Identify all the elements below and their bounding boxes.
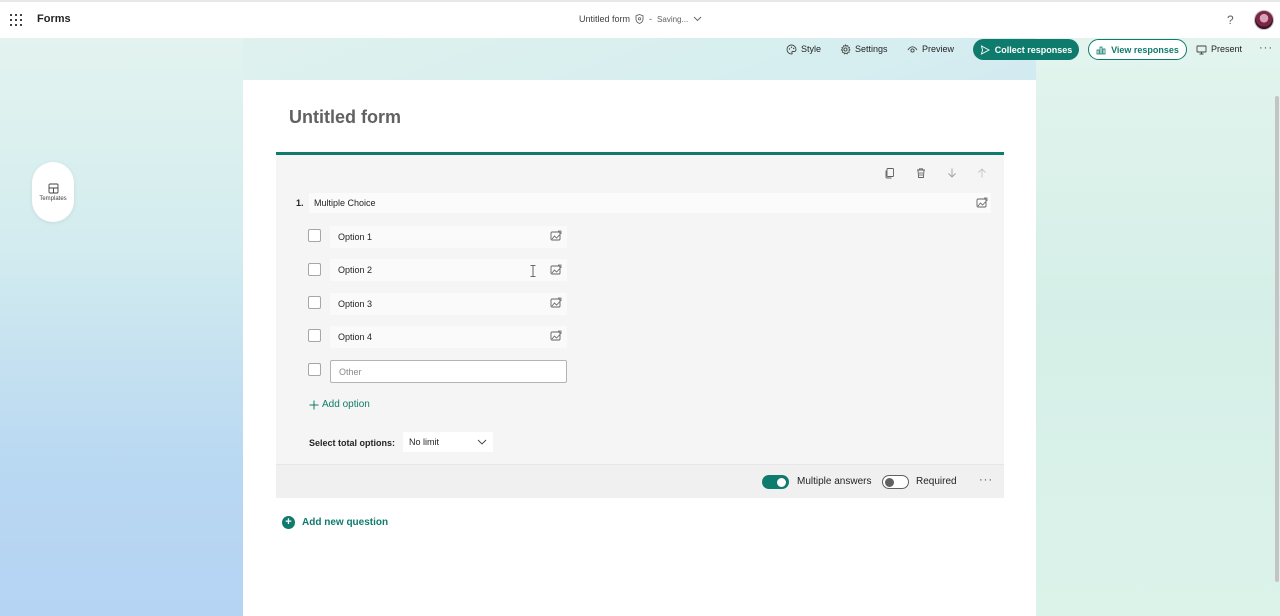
question-number: 1.	[296, 198, 304, 208]
plus-icon	[309, 400, 319, 409]
style-button[interactable]: Style	[786, 39, 821, 59]
collect-responses-label: Collect responses	[994, 44, 1073, 55]
add-new-question-label: Add new question	[302, 517, 389, 528]
monitor-icon	[1196, 45, 1207, 54]
insert-media-icon[interactable]	[550, 264, 562, 276]
eye-icon	[907, 45, 918, 53]
scrollbar[interactable]	[1275, 96, 1279, 582]
insert-media-icon[interactable]	[550, 330, 562, 342]
insert-media-icon[interactable]	[550, 297, 562, 309]
preview-label: Preview	[922, 44, 955, 54]
settings-label: Settings	[855, 44, 888, 54]
select-total-label: Select total options:	[309, 438, 396, 448]
app-name[interactable]: Forms	[37, 13, 71, 25]
option-checkbox[interactable]	[308, 263, 321, 276]
sensitivity-shield-icon[interactable]	[635, 14, 644, 24]
add-option-button[interactable]: Add option	[309, 399, 370, 410]
option-input[interactable]: Option 3	[330, 293, 567, 315]
avatar[interactable]	[1254, 10, 1274, 30]
view-responses-label: View responses	[1111, 44, 1179, 55]
chevron-down-icon	[477, 439, 487, 445]
delete-icon[interactable]	[915, 167, 927, 179]
arrow-up-icon[interactable]	[976, 167, 988, 179]
title-separator: -	[649, 14, 653, 24]
insert-media-icon[interactable]	[976, 197, 988, 209]
document-title-area[interactable]: Untitled form - Saving...	[579, 14, 702, 24]
help-icon[interactable]: ?	[1227, 13, 1234, 27]
top-bar: Forms Untitled form - Saving... ?	[0, 0, 1280, 38]
templates-icon	[48, 183, 58, 193]
text-cursor-icon	[530, 265, 536, 277]
insert-media-icon[interactable]	[550, 230, 562, 242]
present-button[interactable]: Present	[1196, 39, 1242, 59]
required-label: Required	[916, 476, 957, 487]
present-label: Present	[1211, 44, 1243, 54]
multiple-answers-toggle[interactable]	[762, 475, 789, 489]
other-option-checkbox[interactable]	[308, 363, 321, 376]
option-input[interactable]: Option 4	[330, 326, 567, 348]
question-more-options-icon[interactable]: ···	[979, 474, 993, 486]
other-option-input[interactable]: Other	[330, 360, 567, 383]
document-title[interactable]: Untitled form	[579, 14, 630, 24]
more-options-icon[interactable]: ···	[1259, 42, 1273, 54]
collect-responses-button[interactable]: Collect responses	[973, 39, 1079, 60]
chevron-down-icon[interactable]	[693, 16, 702, 22]
app-launcher-icon[interactable]	[10, 14, 22, 26]
form-title[interactable]: Untitled form	[289, 107, 401, 128]
arrow-down-icon[interactable]	[946, 167, 958, 179]
add-circle-icon: +	[282, 516, 295, 529]
add-option-label: Add option	[322, 399, 370, 410]
save-status: Saving...	[657, 14, 689, 24]
view-responses-button[interactable]: View responses	[1088, 39, 1187, 60]
preview-button[interactable]: Preview	[907, 39, 954, 59]
option-checkbox[interactable]	[308, 229, 321, 242]
add-new-question-button[interactable]: + Add new question	[282, 516, 388, 529]
copy-icon[interactable]	[884, 167, 896, 179]
option-input[interactable]: Option 1	[330, 226, 567, 248]
settings-button[interactable]: Settings	[840, 39, 888, 59]
templates-button[interactable]: Templates	[32, 162, 74, 222]
send-icon	[980, 44, 990, 55]
option-checkbox[interactable]	[308, 296, 321, 309]
select-total-value: No limit	[409, 437, 440, 447]
option-checkbox[interactable]	[308, 329, 321, 342]
select-total-dropdown[interactable]: No limit	[403, 432, 493, 452]
style-label: Style	[801, 44, 822, 54]
gear-icon	[840, 43, 851, 54]
palette-icon	[786, 44, 797, 54]
required-toggle[interactable]	[882, 475, 909, 489]
templates-label: Templates	[39, 195, 67, 202]
multiple-answers-label: Multiple answers	[797, 476, 872, 487]
bar-chart-icon	[1096, 46, 1106, 54]
question-text-input[interactable]: Multiple Choice	[309, 193, 991, 213]
